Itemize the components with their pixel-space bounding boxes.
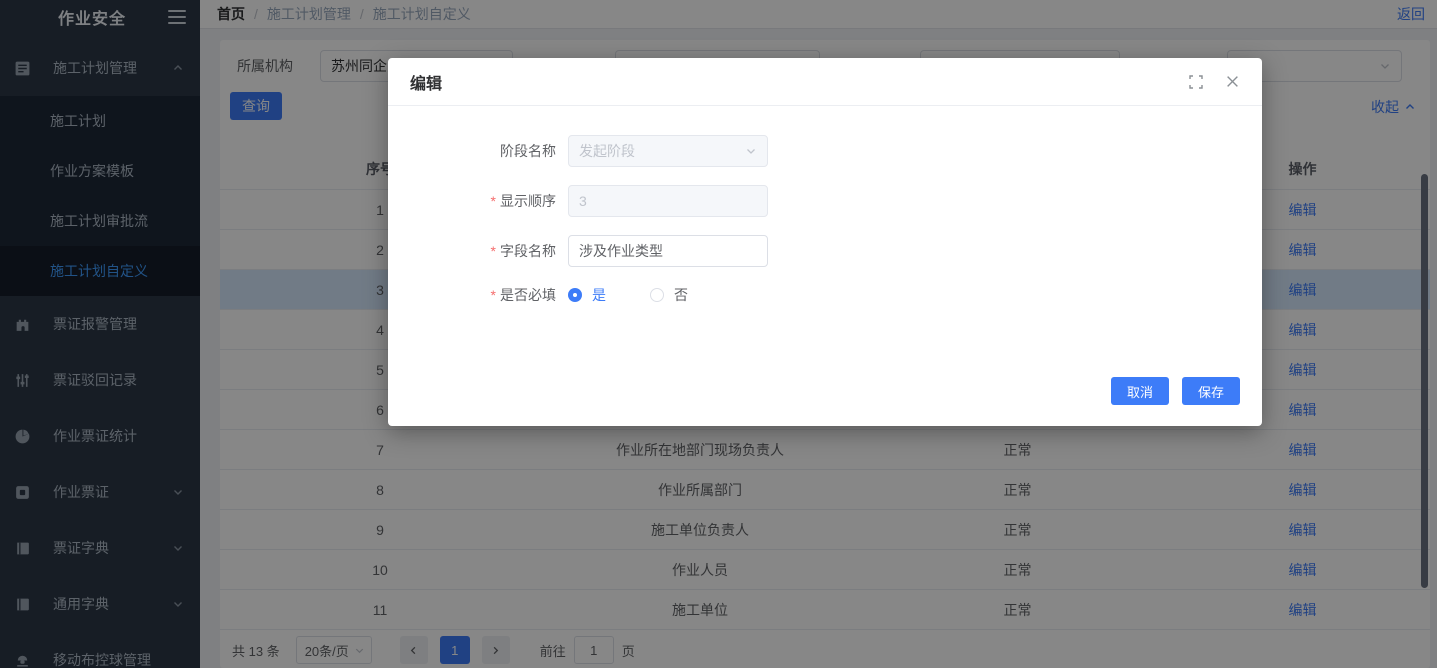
radio-no[interactable]: 否 <box>650 285 688 305</box>
close-icon[interactable] <box>1224 74 1240 90</box>
field-name-input-wrap <box>568 235 768 267</box>
required-flag-label: 是否必填 <box>388 285 568 305</box>
fullscreen-icon[interactable] <box>1188 74 1204 90</box>
stage-select-value: 发起阶段 <box>579 141 635 161</box>
field-name-label: 字段名称 <box>388 241 568 261</box>
order-field-row: 显示顺序 <box>388 185 1262 217</box>
required-flag-row: 是否必填 是 否 <box>388 285 1262 305</box>
order-label: 显示顺序 <box>388 191 568 211</box>
order-input[interactable] <box>579 193 757 209</box>
stage-field-row: 阶段名称 发起阶段 <box>388 135 1262 167</box>
order-input-wrap <box>568 185 768 217</box>
dialog-header: 编辑 <box>388 58 1262 106</box>
dialog-footer: 取消 保存 <box>1111 377 1240 405</box>
required-flag-radio-group: 是 否 <box>568 285 732 305</box>
radio-no-label: 否 <box>674 285 688 305</box>
dialog-body: 阶段名称 发起阶段 显示顺序 字段名称 是否必填 <box>388 106 1262 305</box>
dialog-title: 编辑 <box>410 70 442 94</box>
radio-yes[interactable]: 是 <box>568 285 606 305</box>
radio-unselected-icon <box>650 288 664 302</box>
edit-dialog: 编辑 阶段名称 发起阶段 显示顺序 字段名称 <box>388 58 1262 426</box>
cancel-button[interactable]: 取消 <box>1111 377 1169 405</box>
field-name-row: 字段名称 <box>388 235 1262 267</box>
radio-selected-icon <box>568 288 582 302</box>
field-name-input[interactable] <box>579 243 757 259</box>
save-button[interactable]: 保存 <box>1182 377 1240 405</box>
radio-yes-label: 是 <box>592 285 606 305</box>
chevron-down-icon <box>745 145 757 157</box>
stage-select[interactable]: 发起阶段 <box>568 135 768 167</box>
stage-label: 阶段名称 <box>388 141 568 161</box>
